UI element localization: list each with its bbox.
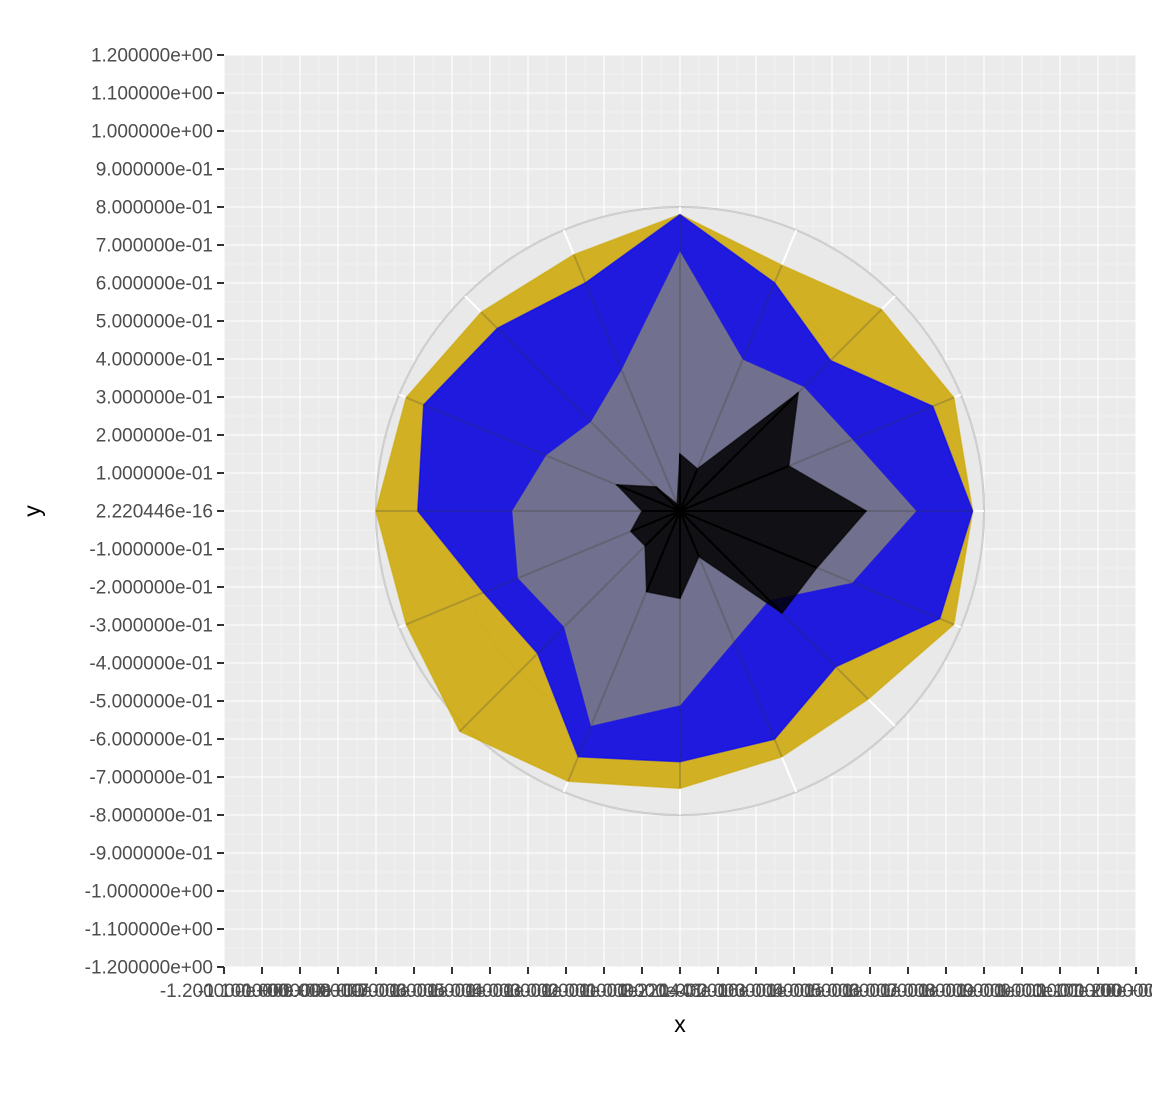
y-tick-label: 1.100000e+00 <box>91 84 213 105</box>
y-tick-label: 9.000000e-01 <box>96 160 213 181</box>
y-tick-label: -4.000000e-01 <box>89 654 213 675</box>
x-tick-label: 1.200000e+00 <box>1075 981 1152 1002</box>
y-tick-label: 2.220446e-16 <box>96 502 213 523</box>
y-tick-label: 5.000000e-01 <box>96 312 213 333</box>
y-tick-label: -1.000000e+00 <box>85 882 213 903</box>
y-tick-label: -1.200000e+00 <box>85 958 213 979</box>
y-tick-label: 6.000000e-01 <box>96 274 213 295</box>
y-tick-label: 3.000000e-01 <box>96 388 213 409</box>
y-tick-label: -9.000000e-01 <box>89 844 213 865</box>
radar-area <box>375 206 985 816</box>
y-tick-label: -6.000000e-01 <box>89 730 213 751</box>
y-tick-label: -1.000000e-01 <box>89 540 213 561</box>
y-tick-label: 1.000000e-01 <box>96 464 213 485</box>
x-axis-title: x <box>674 1011 686 1037</box>
y-tick-label: 4.000000e-01 <box>96 350 213 371</box>
y-tick-label: -2.000000e-01 <box>89 578 213 599</box>
chart-canvas: 1.200000e+00 1.100000e+00 1.000000e+00 9.00… <box>19 46 1152 1038</box>
y-tick-label: 8.000000e-01 <box>96 198 213 219</box>
y-tick-label: -7.000000e-01 <box>89 768 213 789</box>
y-axis-title: y <box>19 505 45 517</box>
y-tick-label: 1.200000e+00 <box>91 46 213 67</box>
x-axis: -1.200000e+00-1.100000e+00-1.000000e+00-… <box>160 967 1152 1002</box>
y-tick-label: -5.000000e-01 <box>89 692 213 713</box>
y-tick-label: 1.000000e+00 <box>91 122 213 143</box>
y-tick-label: -1.100000e+00 <box>85 920 213 941</box>
y-tick-label: -3.000000e-01 <box>89 616 213 637</box>
y-axis: 1.200000e+00 1.100000e+00 1.000000e+00 9.00… <box>85 46 224 979</box>
y-tick-label: -8.000000e-01 <box>89 806 213 827</box>
y-tick-label: 7.000000e-01 <box>96 236 213 257</box>
y-tick-label: 2.000000e-01 <box>96 426 213 447</box>
